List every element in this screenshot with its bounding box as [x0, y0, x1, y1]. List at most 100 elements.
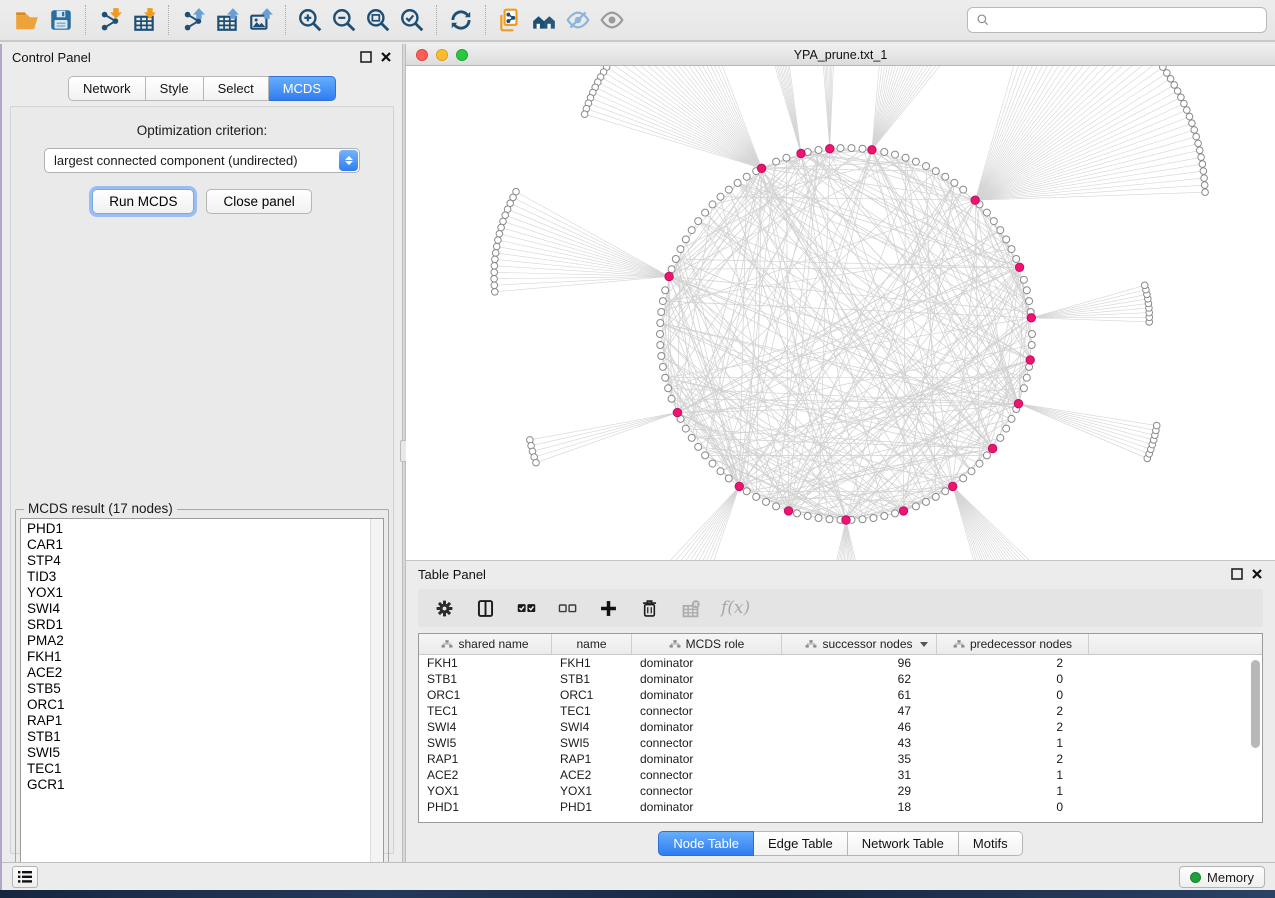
network-graph[interactable] — [406, 66, 1275, 560]
table-row[interactable]: RAP1RAP1dominator352 — [419, 751, 1262, 767]
zoom-selected-icon[interactable] — [395, 4, 429, 36]
columns-icon[interactable] — [475, 598, 496, 619]
tab-mcds[interactable]: MCDS — [269, 76, 336, 101]
add-icon[interactable] — [598, 598, 619, 619]
mcds-result-item[interactable]: YOX1 — [27, 585, 383, 601]
mcds-result-item[interactable]: STB5 — [27, 681, 383, 697]
tab-node-table[interactable]: Node Table — [658, 831, 754, 856]
memory-button[interactable]: Memory — [1179, 866, 1265, 888]
tab-style[interactable]: Style — [146, 76, 204, 101]
column-header-predecessor-nodes[interactable]: predecessor nodes — [937, 634, 1089, 654]
mcds-result-item[interactable]: STB1 — [27, 729, 383, 745]
network-window-title: YPA_prune.txt_1 — [406, 48, 1275, 62]
node-table-header: shared namenameMCDS rolesuccessor nodesp… — [419, 634, 1262, 655]
table-row[interactable]: PHD1PHD1dominator180 — [419, 799, 1262, 815]
function-builder-icon[interactable]: f(x) — [721, 598, 750, 618]
mcds-result-item[interactable]: TEC1 — [27, 761, 383, 777]
delete-table-icon[interactable] — [680, 598, 701, 619]
table-row[interactable]: TEC1TEC1connector472 — [419, 703, 1262, 719]
mcds-result-item[interactable]: ORC1 — [27, 697, 383, 713]
tab-edge-table[interactable]: Edge Table — [754, 831, 848, 856]
table-row[interactable]: SWI4SWI4dominator462 — [419, 719, 1262, 735]
mcds-result-item[interactable]: RAP1 — [27, 713, 383, 729]
mcds-result-item[interactable]: FKH1 — [27, 649, 383, 665]
gear-icon[interactable] — [434, 598, 455, 619]
column-header-MCDS-role[interactable]: MCDS role — [632, 634, 782, 654]
table-cell: SWI5 — [419, 736, 552, 750]
close-panel-button[interactable]: Close panel — [206, 189, 311, 214]
duplicate-network-icon[interactable] — [493, 4, 527, 36]
table-cell: 62 — [782, 672, 937, 686]
show-all-icon[interactable] — [595, 4, 629, 36]
list-icon — [17, 870, 33, 884]
mcds-result-item[interactable]: SRD1 — [27, 617, 383, 633]
mcds-result-item[interactable]: SWI5 — [27, 745, 383, 761]
run-mcds-button[interactable]: Run MCDS — [92, 189, 194, 214]
network-canvas[interactable] — [406, 66, 1275, 560]
import-table-icon[interactable] — [127, 4, 161, 36]
mcds-result-item[interactable]: STP4 — [27, 553, 383, 569]
mcds-result-item[interactable]: PMA2 — [27, 633, 383, 649]
zoom-out-icon[interactable] — [327, 4, 361, 36]
table-cell: connector — [632, 704, 782, 718]
search-field[interactable] — [967, 7, 1267, 33]
mcds-result-item[interactable]: GCR1 — [27, 777, 383, 793]
float-panel-icon[interactable] — [360, 51, 372, 63]
table-panel-title: Table Panel — [418, 567, 486, 582]
network-window: YPA_prune.txt_1 — [406, 44, 1275, 560]
import-network-icon[interactable] — [93, 4, 127, 36]
hierarchy-icon — [805, 639, 817, 649]
dropdown-stepper-icon — [339, 150, 358, 171]
hierarchy-icon — [953, 639, 965, 649]
mcds-result-item[interactable]: TID3 — [27, 569, 383, 585]
mcds-result-list[interactable]: PHD1CAR1STP4TID3YOX1SWI4SRD1PMA2FKH1ACE2… — [20, 518, 384, 876]
column-header-successor-nodes[interactable]: successor nodes — [782, 634, 937, 654]
mcds-result-item[interactable]: ACE2 — [27, 665, 383, 681]
tab-network-table[interactable]: Network Table — [848, 831, 959, 856]
mcds-result-item[interactable]: PHD1 — [27, 521, 383, 537]
table-row[interactable]: STB1STB1dominator620 — [419, 671, 1262, 687]
node-table[interactable]: shared namenameMCDS rolesuccessor nodesp… — [418, 633, 1263, 823]
table-row[interactable]: ACE2ACE2connector311 — [419, 767, 1262, 783]
zoom-in-icon[interactable] — [293, 4, 327, 36]
open-file-icon[interactable] — [10, 4, 44, 36]
mcds-result-item[interactable]: SWI4 — [27, 601, 383, 617]
float-table-panel-icon[interactable] — [1231, 568, 1243, 580]
table-row[interactable]: YOX1YOX1connector291 — [419, 783, 1262, 799]
sort-descending-icon — [920, 642, 928, 647]
tab-select[interactable]: Select — [204, 76, 269, 101]
dropdown-selected-value: largest connected component (undirected) — [45, 153, 298, 168]
task-history-button[interactable] — [12, 866, 38, 888]
select-all-icon[interactable] — [516, 598, 537, 619]
export-image-icon[interactable] — [244, 4, 278, 36]
column-header-name[interactable]: name — [552, 634, 632, 654]
refresh-icon[interactable] — [444, 4, 478, 36]
network-titlebar[interactable]: YPA_prune.txt_1 — [406, 44, 1275, 66]
close-panel-icon[interactable] — [380, 51, 392, 63]
result-list-scrollbar[interactable] — [370, 519, 383, 875]
hide-selected-icon[interactable] — [561, 4, 595, 36]
table-cell: PHD1 — [419, 800, 552, 814]
close-table-panel-icon[interactable] — [1251, 568, 1263, 580]
table-scrollbar-thumb[interactable] — [1251, 660, 1260, 748]
mcds-result-item[interactable]: CAR1 — [27, 537, 383, 553]
unselect-all-icon[interactable] — [557, 598, 578, 619]
save-icon[interactable] — [44, 4, 78, 36]
tab-network[interactable]: Network — [68, 76, 146, 101]
trash-icon[interactable] — [639, 598, 660, 619]
search-input[interactable] — [996, 13, 1258, 28]
export-table-icon[interactable] — [210, 4, 244, 36]
table-cell: 96 — [782, 656, 937, 670]
zoom-fit-icon[interactable] — [361, 4, 395, 36]
column-header-shared-name[interactable]: shared name — [419, 634, 552, 654]
table-row[interactable]: ORC1ORC1dominator610 — [419, 687, 1262, 703]
table-row[interactable]: FKH1FKH1dominator962 — [419, 655, 1262, 671]
export-network-icon[interactable] — [176, 4, 210, 36]
table-row[interactable]: SWI5SWI5connector431 — [419, 735, 1262, 751]
optimization-criterion-dropdown[interactable]: largest connected component (undirected) — [44, 148, 360, 173]
fan-nodes[interactable] — [491, 66, 1209, 560]
memory-label: Memory — [1207, 870, 1254, 885]
first-neighbors-icon[interactable] — [527, 4, 561, 36]
control-panel-titlebar: Control Panel — [2, 44, 402, 70]
tab-motifs[interactable]: Motifs — [959, 831, 1023, 856]
